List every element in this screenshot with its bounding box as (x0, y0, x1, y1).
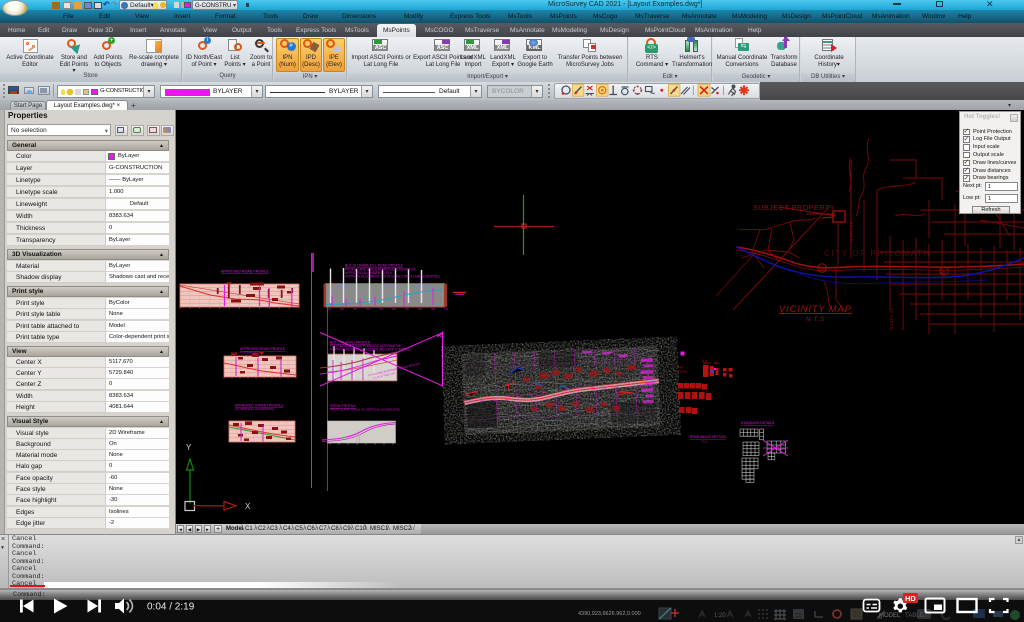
svg-text:STANDARD DETAILS: STANDARD DETAILS (741, 421, 775, 425)
svg-text:VERTICAL ALIGNMENT 828.25 GRAN: VERTICAL ALIGNMENT 828.25 GRAN CONST LEA… (345, 275, 440, 279)
svg-text:TOTAL: TOTAL (678, 370, 688, 374)
svg-text:34: 34 (819, 267, 825, 272)
svg-text:X: X (245, 502, 251, 511)
svg-text:S 13TH ST: S 13TH ST (889, 307, 894, 330)
svg-text:0:04 / 2:19: 0:04 / 2:19 (147, 602, 195, 613)
svg-text:APPROVED ROAD PROFILE: APPROVED ROAD PROFILE (221, 270, 269, 274)
svg-text:N 9TH ST: N 9TH ST (849, 222, 854, 242)
svg-text:SUBJECT PROPERTY: SUBJECT PROPERTY (753, 203, 835, 212)
svg-text:N.T.S: N.T.S (806, 317, 825, 323)
svg-text:VICINITY MAP: VICINITY MAP (779, 304, 852, 315)
svg-text:ROAD ANGLE SECTION: ROAD ANGLE SECTION (690, 435, 726, 439)
svg-text:X A: X A (702, 359, 708, 363)
svg-text:VERTICAL ALIGNMENT 828.25% (RD: VERTICAL ALIGNMENT 828.25% (RD LANE CONT… (330, 348, 411, 352)
svg-text:CITY OF PHILOMATH: CITY OF PHILOMATH (824, 249, 931, 258)
svg-text:½ STANDARD: ½ STANDARD (240, 351, 260, 355)
svg-text:PROFILE AND STA(d) (A) VERTIC: PROFILE AND STA(d) (A) VERTICAL (ALTERNA… (330, 408, 400, 412)
svg-text:HD: HD (905, 594, 916, 603)
svg-text:FILE: FILE (701, 440, 707, 444)
svg-text:(A) VERTICAL (ALTERNATE): (A) VERTICAL (ALTERNATE) (235, 407, 274, 411)
svg-text:20: 20 (941, 270, 947, 275)
svg-text:Y: Y (186, 443, 192, 452)
